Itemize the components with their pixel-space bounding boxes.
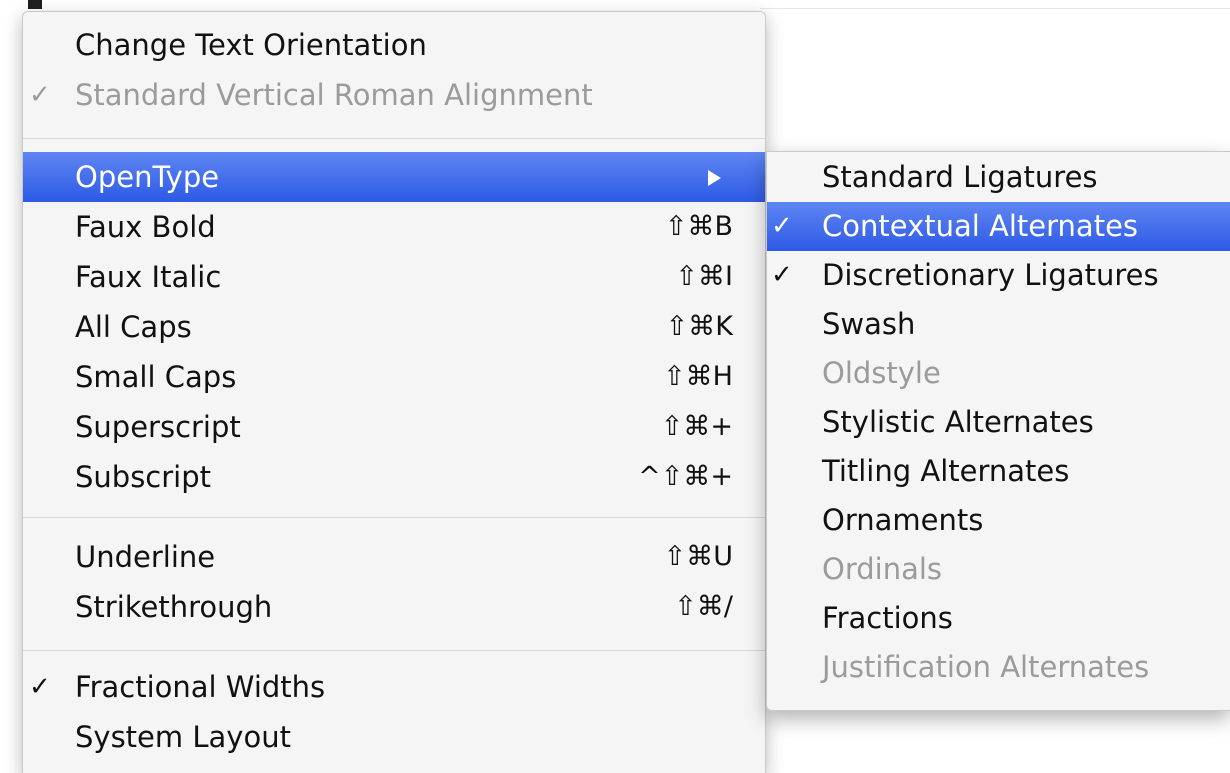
menu-item-label: Small Caps	[75, 360, 237, 394]
menu-item-label: Titling Alternates	[822, 454, 1070, 488]
checkmark-icon: ✓	[29, 672, 51, 702]
menu-item-change-text-orientation[interactable]: Change Text Orientation	[23, 20, 765, 70]
keyboard-shortcut: ⇧⌘K	[665, 311, 733, 342]
menu-item-label: Oldstyle	[822, 356, 941, 390]
menu-item-all-caps[interactable]: All Caps ⇧⌘K	[23, 302, 765, 352]
menu-item-label: Subscript	[75, 460, 212, 494]
submenu-arrow-icon	[708, 170, 721, 186]
menu-item-label: All Caps	[75, 310, 192, 344]
menu-item-small-caps[interactable]: Small Caps ⇧⌘H	[23, 352, 765, 402]
keyboard-shortcut: ⇧⌘I	[675, 261, 733, 292]
menu-item-label: Fractional Widths	[75, 670, 326, 704]
menu-item-label: Standard Vertical Roman Alignment	[75, 78, 593, 112]
menu-item-label: Faux Bold	[75, 210, 216, 244]
checkmark-icon: ✓	[771, 260, 793, 290]
keyboard-shortcut: ⇧⌘U	[663, 541, 733, 572]
keyboard-shortcut: ^⇧⌘+	[638, 461, 733, 492]
menu-item-label: Stylistic Alternates	[822, 405, 1094, 439]
submenu-item-fractions[interactable]: Fractions	[767, 594, 1230, 643]
menu-item-label: Ordinals	[822, 552, 943, 586]
menu-item-label: Fractions	[822, 601, 953, 635]
submenu-item-standard-ligatures[interactable]: Standard Ligatures	[767, 153, 1230, 202]
submenu-item-contextual-alternates[interactable]: ✓ Contextual Alternates	[767, 202, 1230, 251]
keyboard-shortcut: ⇧⌘B	[664, 211, 733, 242]
menu-item-strikethrough[interactable]: Strikethrough ⇧⌘/	[23, 582, 765, 632]
submenu-item-justification-alternates: Justification Alternates	[767, 643, 1230, 692]
menu-item-label: Standard Ligatures	[822, 160, 1098, 194]
menu-item-label: Ornaments	[822, 503, 984, 537]
keyboard-shortcut: ⇧⌘+	[660, 411, 733, 442]
menu-item-underline[interactable]: Underline ⇧⌘U	[23, 532, 765, 582]
checkmark-icon: ✓	[771, 211, 793, 241]
menu-item-system-layout[interactable]: System Layout	[23, 712, 765, 762]
menu-item-opentype[interactable]: OpenType	[23, 152, 765, 202]
menu-item-label: System Layout	[75, 720, 291, 754]
submenu-item-stylistic-alternates[interactable]: Stylistic Alternates	[767, 398, 1230, 447]
menu-item-label: Underline	[75, 540, 216, 574]
submenu-item-swash[interactable]: Swash	[767, 300, 1230, 349]
keyboard-shortcut: ⇧⌘/	[674, 591, 733, 622]
menu-item-fractional-widths[interactable]: ✓ Fractional Widths	[23, 662, 765, 712]
menu-item-subscript[interactable]: Subscript ^⇧⌘+	[23, 452, 765, 502]
opentype-submenu: Standard Ligatures ✓ Contextual Alternat…	[766, 151, 1230, 711]
submenu-item-titling-alternates[interactable]: Titling Alternates	[767, 447, 1230, 496]
menu-item-label: Strikethrough	[75, 590, 273, 624]
menu-separator	[23, 650, 765, 651]
menu-item-label: Swash	[822, 307, 916, 341]
menu-separator	[23, 138, 765, 139]
menu-item-label: OpenType	[75, 160, 220, 194]
window-edge-mark	[28, 0, 42, 9]
submenu-item-ornaments[interactable]: Ornaments	[767, 496, 1230, 545]
checkmark-icon: ✓	[29, 80, 51, 110]
keyboard-shortcut: ⇧⌘H	[663, 361, 733, 392]
menu-item-superscript[interactable]: Superscript ⇧⌘+	[23, 402, 765, 452]
window-edge-line	[760, 8, 1230, 9]
menu-item-label: Change Text Orientation	[75, 28, 427, 62]
menu-item-faux-italic[interactable]: Faux Italic ⇧⌘I	[23, 252, 765, 302]
menu-item-faux-bold[interactable]: Faux Bold ⇧⌘B	[23, 202, 765, 252]
menu-item-label: Discretionary Ligatures	[822, 258, 1159, 292]
submenu-item-oldstyle: Oldstyle	[767, 349, 1230, 398]
menu-item-standard-vertical-roman-alignment: ✓ Standard Vertical Roman Alignment	[23, 70, 765, 120]
menu-item-label: Superscript	[75, 410, 241, 444]
menu-item-label: Faux Italic	[75, 260, 222, 294]
submenu-item-discretionary-ligatures[interactable]: ✓ Discretionary Ligatures	[767, 251, 1230, 300]
menu-separator	[23, 517, 765, 518]
screenshot-canvas: Change Text Orientation ✓ Standard Verti…	[0, 0, 1230, 773]
type-style-menu: Change Text Orientation ✓ Standard Verti…	[22, 11, 766, 773]
menu-item-label: Justification Alternates	[822, 650, 1150, 684]
submenu-item-ordinals: Ordinals	[767, 545, 1230, 594]
menu-item-label: Contextual Alternates	[822, 209, 1139, 243]
